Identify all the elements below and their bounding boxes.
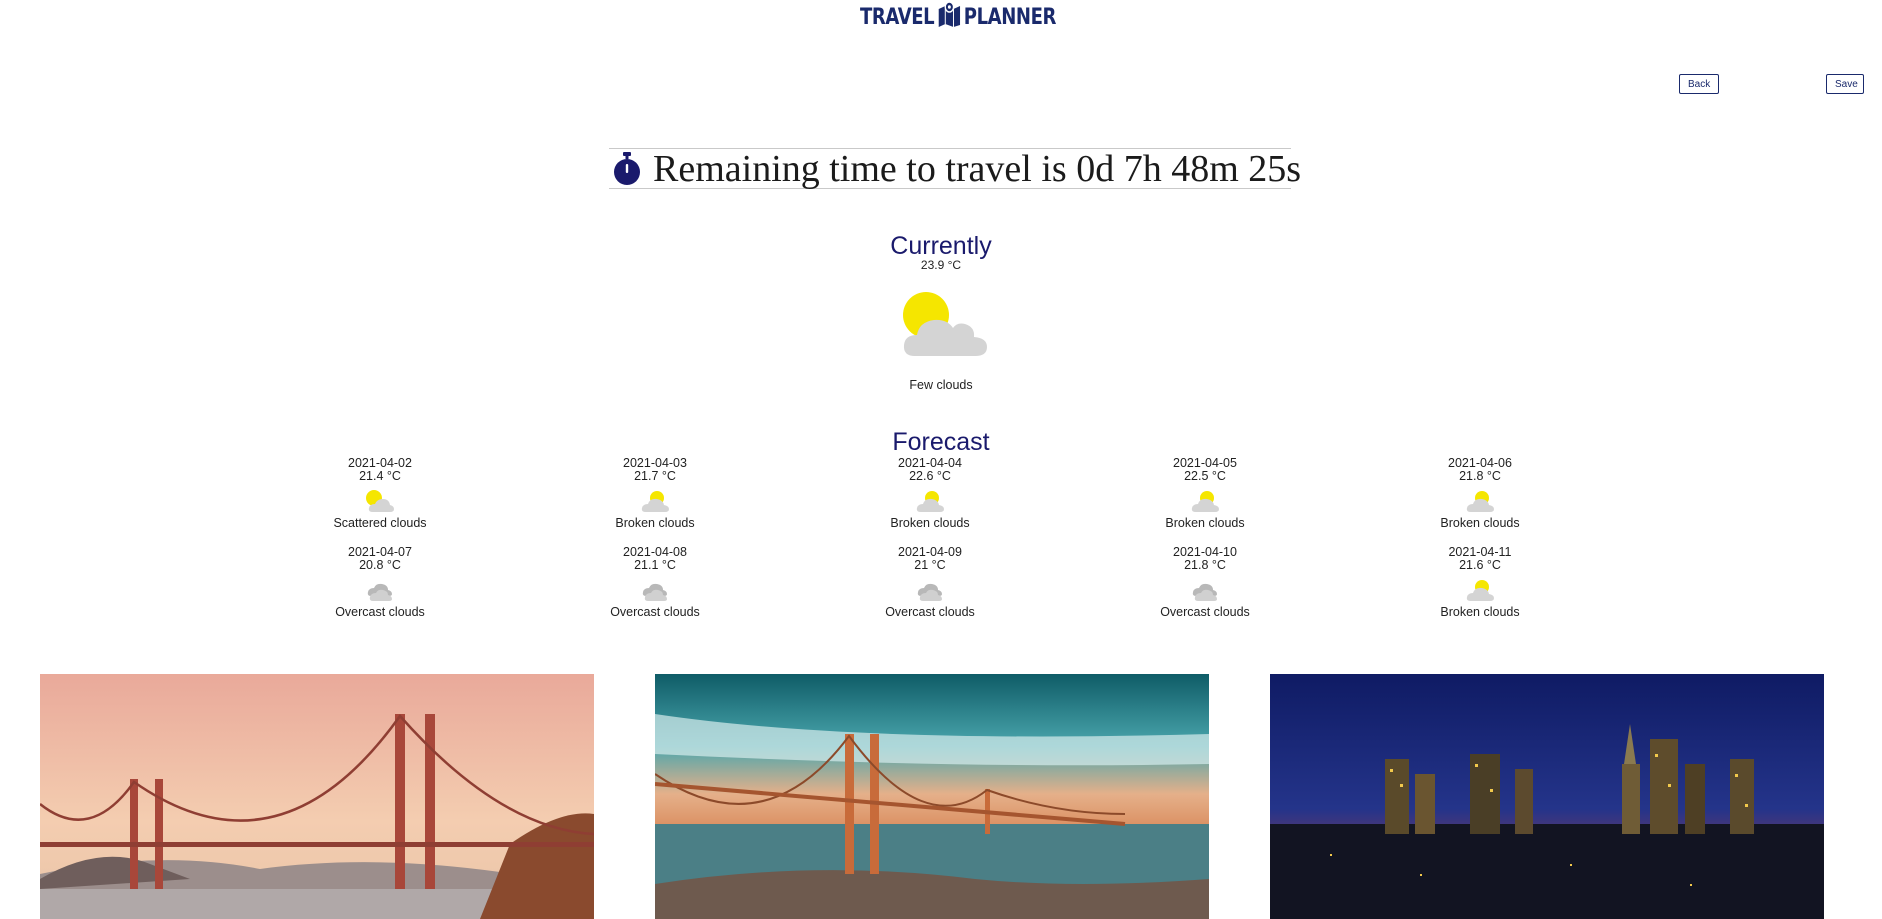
current-description: Few clouds bbox=[909, 378, 973, 392]
forecast-description: Broken clouds bbox=[615, 516, 695, 530]
forecast-description: Overcast clouds bbox=[885, 605, 975, 619]
overcast-clouds-icon bbox=[915, 578, 945, 602]
broken-clouds-icon bbox=[915, 489, 945, 513]
forecast-temperature: 21 °C bbox=[914, 558, 946, 572]
countdown-text: Remaining time to travel is 0d 7h 48m 25… bbox=[653, 147, 1302, 190]
forecast-description: Overcast clouds bbox=[610, 605, 700, 619]
forecast-description: Overcast clouds bbox=[335, 605, 425, 619]
forecast-temperature: 21.8 °C bbox=[1459, 469, 1501, 483]
forecast-description: Broken clouds bbox=[890, 516, 970, 530]
forecast-temperature: 21.7 °C bbox=[634, 469, 676, 483]
forecast-temperature: 21.1 °C bbox=[634, 558, 676, 572]
currently-title: Currently bbox=[890, 232, 992, 260]
broken-clouds-icon bbox=[640, 489, 670, 513]
stopwatch-icon bbox=[611, 151, 643, 187]
forecast-description: Broken clouds bbox=[1440, 605, 1520, 619]
forecast-temperature: 21.8 °C bbox=[1184, 558, 1226, 572]
forecast-title: Forecast bbox=[892, 428, 990, 456]
forecast-temperature: 21.4 °C bbox=[359, 469, 401, 483]
forecast-temperature: 22.5 °C bbox=[1184, 469, 1226, 483]
overcast-clouds-icon bbox=[365, 578, 395, 602]
forecast-day: 2021-04-10 21.8 °C Overcast clouds bbox=[1105, 546, 1305, 619]
travel-planner-logo: TRAVEL PLANNER bbox=[860, 1, 1057, 33]
forecast-day: 2021-04-05 22.5 °C Broken clouds bbox=[1105, 457, 1305, 530]
forecast-day: 2021-04-02 21.4 °C Scattered clouds bbox=[280, 457, 480, 530]
forecast-description: Scattered clouds bbox=[333, 516, 427, 530]
broken-clouds-icon bbox=[1465, 489, 1495, 513]
few-clouds-icon bbox=[901, 290, 989, 365]
logo-text-travel: TRAVEL bbox=[860, 4, 935, 30]
scattered-clouds-icon bbox=[365, 489, 395, 513]
forecast-day: 2021-04-07 20.8 °C Overcast clouds bbox=[280, 546, 480, 619]
broken-clouds-icon bbox=[1465, 578, 1495, 602]
forecast-temperature: 21.6 °C bbox=[1459, 558, 1501, 572]
broken-clouds-icon bbox=[1190, 489, 1220, 513]
overcast-clouds-icon bbox=[640, 578, 670, 602]
forecast-day: 2021-04-08 21.1 °C Overcast clouds bbox=[555, 546, 755, 619]
forecast-day: 2021-04-03 21.7 °C Broken clouds bbox=[555, 457, 755, 530]
forecast-day: 2021-04-11 21.6 °C Broken clouds bbox=[1380, 546, 1580, 619]
current-temperature: 23.9 °C bbox=[920, 258, 962, 272]
map-pin-icon bbox=[938, 1, 961, 33]
forecast-day: 2021-04-09 21 °C Overcast clouds bbox=[830, 546, 1030, 619]
forecast-temperature: 22.6 °C bbox=[909, 469, 951, 483]
overcast-clouds-icon bbox=[1190, 578, 1220, 602]
forecast-day: 2021-04-06 21.8 °C Broken clouds bbox=[1380, 457, 1580, 530]
back-button[interactable]: Back bbox=[1679, 74, 1719, 94]
golden-gate-sunset-photo bbox=[40, 674, 594, 919]
forecast-description: Broken clouds bbox=[1440, 516, 1520, 530]
countdown-banner: Remaining time to travel is 0d 7h 48m 25… bbox=[609, 148, 1301, 190]
city-skyline-night-photo bbox=[1270, 674, 1824, 919]
golden-gate-teal-sky-photo bbox=[655, 674, 1209, 919]
logo-text-planner: PLANNER bbox=[963, 4, 1057, 30]
save-button[interactable]: Save bbox=[1826, 74, 1864, 94]
forecast-day: 2021-04-04 22.6 °C Broken clouds bbox=[830, 457, 1030, 530]
forecast-description: Broken clouds bbox=[1165, 516, 1245, 530]
forecast-temperature: 20.8 °C bbox=[359, 558, 401, 572]
forecast-description: Overcast clouds bbox=[1160, 605, 1250, 619]
